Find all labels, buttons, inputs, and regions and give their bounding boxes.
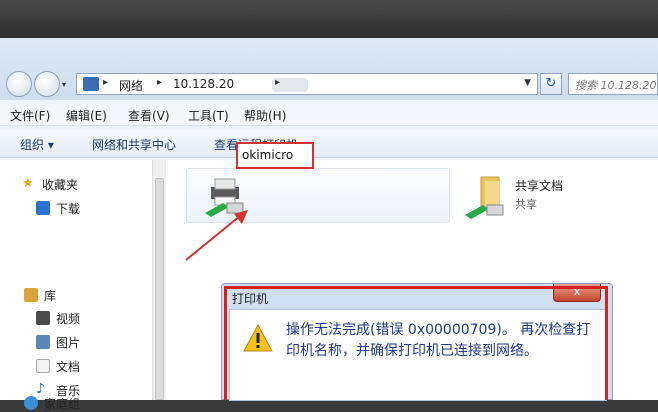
shared-folder-icon xyxy=(465,176,504,219)
breadcrumb-arrow-icon[interactable]: ▸ xyxy=(275,77,280,88)
navigation-pane: ★ 收藏夹 下载 库 视频 图片 文档 ♪ 音乐 家庭组 xyxy=(0,160,152,411)
video-icon xyxy=(36,311,50,325)
top-dark-band xyxy=(0,0,658,38)
back-button[interactable] xyxy=(6,71,32,97)
address-dropdown-icon[interactable]: ▼ xyxy=(524,78,531,88)
breadcrumb-host[interactable]: 10.128.20 xyxy=(173,77,234,91)
network-sharing-center-button[interactable]: 网络和共享中心 xyxy=(92,136,176,153)
menu-help[interactable]: 帮助(H) xyxy=(244,107,286,124)
shared-docs-tile[interactable]: 共享文档 共享 xyxy=(460,168,650,223)
red-arrow-icon xyxy=(185,210,248,261)
shared-docs-label: 共享文档 xyxy=(515,179,564,193)
sidebar-item-homegroup[interactable]: 家庭组 xyxy=(44,395,80,412)
breadcrumb-arrow-icon[interactable]: ▸ xyxy=(157,77,162,88)
picture-icon xyxy=(36,335,50,349)
star-icon: ★ xyxy=(22,176,34,191)
menu-tools[interactable]: 工具(T) xyxy=(188,107,229,124)
breadcrumb-arrow-icon[interactable]: ▸ xyxy=(103,77,108,88)
menu-edit[interactable]: 编辑(E) xyxy=(66,107,107,124)
address-box[interactable]: ▸ 网络 ▸ 10.128.20 ▸ ▼ xyxy=(76,73,538,95)
homegroup-icon xyxy=(24,396,38,410)
command-bar: 组织 ▾ 网络和共享中心 查看远程打印机 xyxy=(0,130,658,158)
printer-name-label[interactable]: okimicro xyxy=(236,142,314,169)
error-message: 操作无法完成(错误 0x00000709)。 再次检查打印机名称，并确保打印机已… xyxy=(286,322,591,359)
sidebar-item-pictures[interactable]: 图片 xyxy=(56,334,80,351)
breadcrumb-network[interactable]: 网络 xyxy=(119,77,143,94)
warning-icon xyxy=(243,323,273,352)
sidebar-item-library[interactable]: 库 xyxy=(44,287,56,304)
organize-button[interactable]: 组织 ▾ xyxy=(20,136,54,153)
shared-docs-subtitle: 共享 xyxy=(515,198,537,211)
refresh-icon[interactable]: ↻ xyxy=(540,73,562,95)
network-icon xyxy=(83,77,99,91)
document-icon xyxy=(36,359,50,373)
forward-button[interactable] xyxy=(34,71,60,97)
menu-bar: 文件(F) 编辑(E) 查看(V) 工具(T) 帮助(H) xyxy=(0,104,658,126)
sidebar-item-videos[interactable]: 视频 xyxy=(56,310,80,327)
recent-pages-chevron-icon[interactable]: ▾ xyxy=(62,80,70,89)
search-input[interactable]: 搜索 10.128.20 xyxy=(568,73,658,95)
sidebar-item-documents[interactable]: 文档 xyxy=(56,358,80,375)
address-bar-area: ▾ ▸ 网络 ▸ 10.128.20 ▸ ▼ ↻ 搜索 10.128.20 xyxy=(0,38,658,100)
sidebar-item-downloads[interactable]: 下载 xyxy=(56,200,80,217)
sidebar-scrollbar[interactable] xyxy=(152,160,166,400)
menu-view[interactable]: 查看(V) xyxy=(128,107,170,124)
downloads-icon xyxy=(36,201,50,215)
library-icon xyxy=(24,288,38,302)
menu-file[interactable]: 文件(F) xyxy=(10,107,50,124)
scrollbar-thumb[interactable] xyxy=(155,178,164,400)
sidebar-item-favorites[interactable]: 收藏夹 xyxy=(42,176,78,193)
